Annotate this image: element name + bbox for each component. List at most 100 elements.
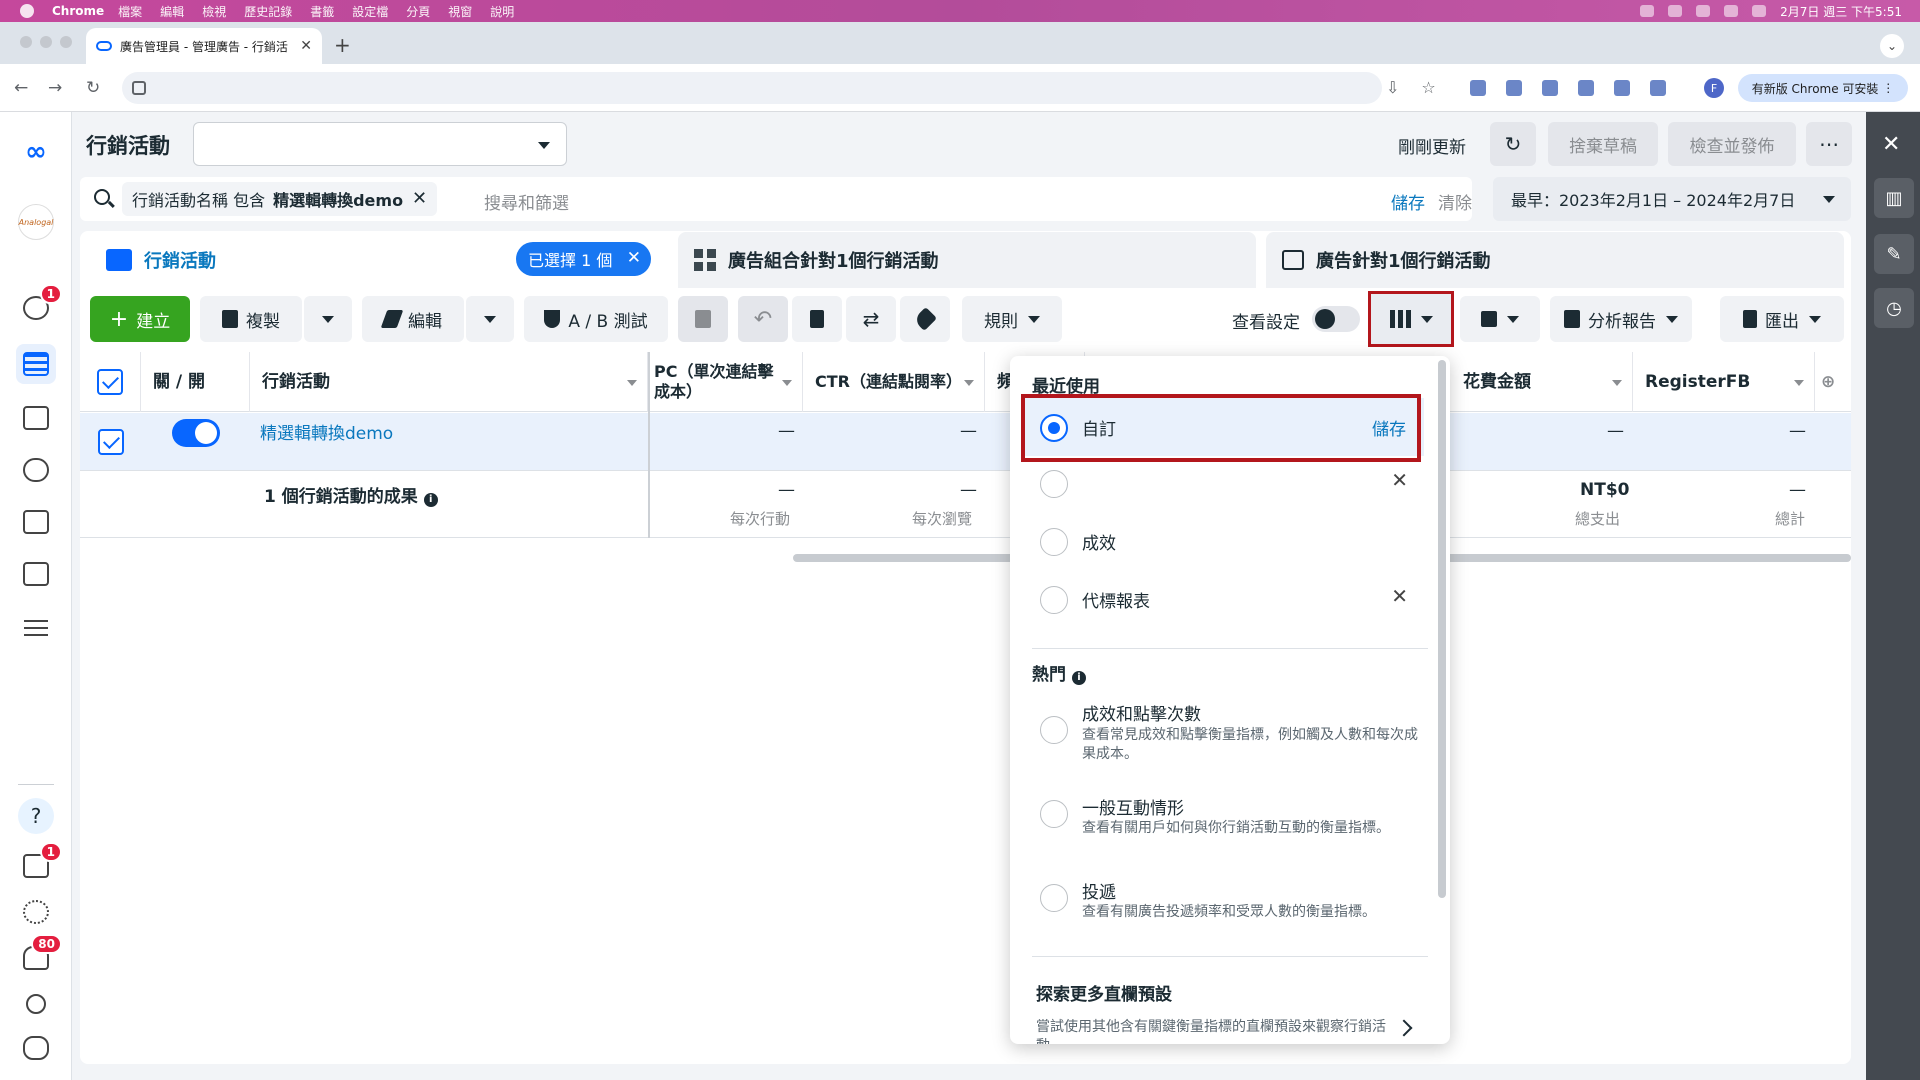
edit-dropdown-button[interactable] [466,296,514,342]
clear-filter-link[interactable]: 清除 [1438,189,1472,214]
duplicate-dropdown-button[interactable] [304,296,352,342]
address-bar[interactable] [122,72,1382,104]
chrome-update-button[interactable]: 有新版 Chrome 可安裝 ⋮ [1738,74,1908,102]
menu-edit[interactable]: 編輯 [160,3,184,20]
close-panel-icon[interactable]: ✕ [1882,132,1900,157]
menu-view[interactable]: 檢視 [202,3,226,20]
header-campaign[interactable]: 行銷活動 [250,352,648,412]
campaign-name-link[interactable]: 精選輯轉換demo [260,419,393,444]
alerts-button[interactable]: 1 [16,284,62,328]
close-window-button[interactable] [20,36,32,48]
add-column-button[interactable]: ⊕ [1815,352,1851,412]
preset-unnamed-radio[interactable] [1040,470,1068,498]
reports-button[interactable]: 分析報告 [1550,296,1692,342]
search-nav[interactable] [16,984,56,1024]
preset-agency-report[interactable]: 代標報表 ✕ [1022,570,1424,628]
info-icon[interactable]: i [423,493,438,507]
header-register[interactable]: RegisterFB [1633,352,1815,412]
refresh-button[interactable]: ↻ [1490,122,1536,166]
sort-icon[interactable] [964,380,974,386]
reload-icon[interactable]: ↻ [86,78,100,98]
extensions-puzzle-icon[interactable] [1578,80,1594,96]
header-toggle[interactable]: 關 / 開 [141,352,250,412]
search-filter-bar[interactable]: 行銷活動名稱 包含 精選輯轉換demo ✕ 搜尋和篩選 儲存 清除 [80,177,1472,221]
tray-icon[interactable] [1668,5,1683,17]
forward-icon[interactable]: → [48,78,62,98]
edit-button[interactable]: 編輯 [362,296,464,342]
campaign-on-off-toggle[interactable] [172,419,220,447]
extension-icon[interactable] [1542,80,1558,96]
preset-performance-radio[interactable] [1040,528,1068,556]
sort-icon[interactable] [627,380,637,386]
tray-icon[interactable] [1696,5,1711,17]
notifications-button[interactable]: 80 [16,934,62,978]
menu-window[interactable]: 視窗 [448,3,472,20]
remove-preset-icon[interactable]: ✕ [1391,468,1408,492]
search-input[interactable]: 搜尋和篩選 [484,189,569,214]
header-cpc[interactable]: PC（單次連結擊成本） [648,352,803,412]
undo-button[interactable]: ↶ [738,296,788,342]
menu-file[interactable]: 檔案 [118,3,142,20]
date-range-picker[interactable]: 最早：2023年2月1日 – 2024年2月7日 [1493,177,1851,221]
tab-adsets[interactable]: 廣告組合針對1個行銷活動 [678,232,1256,288]
wifi-icon[interactable] [1724,5,1739,17]
columns-button[interactable] [1368,291,1454,347]
tab-close-icon[interactable]: ✕ [300,38,312,54]
zoom-window-button[interactable] [60,36,72,48]
campaign-selector-dropdown[interactable] [193,122,567,166]
ab-test-button[interactable]: A / B 測試 [524,296,668,342]
new-tab-button[interactable]: + [334,35,351,55]
sort-icon[interactable] [1794,380,1804,386]
minimize-window-button[interactable] [40,36,52,48]
all-tools-nav[interactable] [16,608,56,648]
sort-icon[interactable] [1612,380,1622,386]
view-settings-toggle[interactable] [1312,306,1360,332]
compare-button[interactable]: ⇄ [846,296,896,342]
tab-search-button[interactable]: ⌄ [1880,34,1904,58]
review-publish-button[interactable]: 檢查並發佈 [1668,122,1796,166]
remove-preset-icon[interactable]: ✕ [1391,584,1408,608]
menu-tab[interactable]: 分頁 [406,3,430,20]
browser-tab-ads-manager[interactable]: 廣告管理員 - 管理廣告 - 行銷活 ✕ [86,28,322,64]
duplicate-button[interactable]: 複製 [200,296,302,342]
site-info-icon[interactable] [132,81,146,95]
preset-delivery-radio[interactable] [1040,884,1068,912]
profile-avatar[interactable]: F [1704,78,1724,98]
meta-logo[interactable]: ∞ [16,132,56,172]
preset-engagement-radio[interactable] [1040,800,1068,828]
settings-button[interactable] [16,892,56,932]
create-button[interactable]: + 建立 [90,296,190,342]
dropdown-scrollbar[interactable] [1438,360,1446,898]
select-all-checkbox-cell[interactable] [80,352,141,412]
apple-icon[interactable] [20,4,34,18]
preset-agency-radio[interactable] [1040,586,1068,614]
preset-performance[interactable]: 成效 [1022,512,1424,570]
menu-clock[interactable]: 2月7日 週三 下午5:51 [1780,3,1902,20]
tray-icon[interactable] [1640,5,1655,17]
campaigns-table-nav[interactable] [16,344,56,384]
sort-icon[interactable] [782,380,792,386]
install-app-icon[interactable]: ⇩ [1386,78,1399,97]
menu-history[interactable]: 歷史記錄 [244,3,292,20]
header-spend[interactable]: 花費金額 [1451,352,1633,412]
chart-panel-button[interactable]: ▥ [1874,178,1914,218]
history-panel-button[interactable]: ◷ [1874,288,1914,328]
clear-selection-icon[interactable]: ✕ [627,248,641,268]
edit-panel-button[interactable]: ✎ [1874,234,1914,274]
account-avatar[interactable]: Analogal [16,202,56,242]
bookmark-star-icon[interactable]: ☆ [1421,78,1435,97]
help-button[interactable]: ? [16,796,56,836]
side-panel-icon[interactable] [1650,80,1666,96]
paste-button[interactable] [678,296,728,342]
export-button[interactable]: 匯出 [1720,296,1844,342]
back-icon[interactable]: ← [14,78,28,98]
save-filter-link[interactable]: 儲存 [1391,189,1425,214]
menu-help[interactable]: 說明 [490,3,514,20]
rules-button[interactable]: 規則 [962,296,1062,342]
delete-button[interactable] [792,296,842,342]
menu-app-name[interactable]: Chrome [52,4,104,18]
preset-unnamed[interactable]: ✕ [1022,454,1424,512]
tag-button[interactable] [900,296,950,342]
audiences-nav[interactable] [16,450,56,490]
select-all-checkbox[interactable] [97,369,123,395]
